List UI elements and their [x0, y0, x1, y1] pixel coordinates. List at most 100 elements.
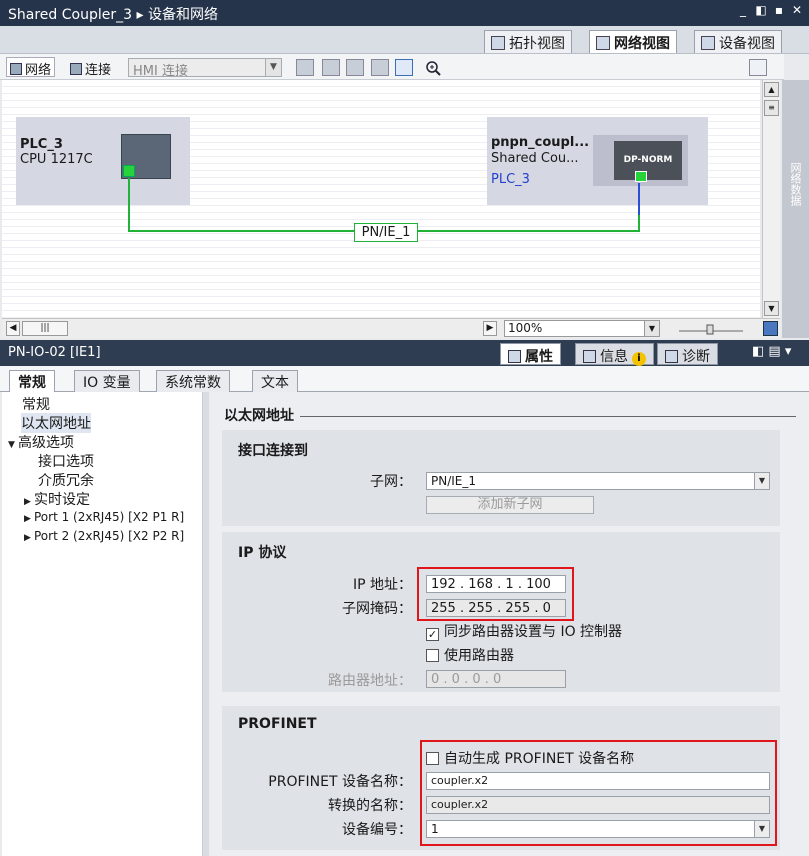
table-view-icon[interactable] — [395, 59, 413, 76]
device-number-label: 设备编号： — [342, 822, 412, 838]
nav-item-general[interactable]: 常规 — [22, 394, 50, 414]
nav-label: 实时设定 — [34, 492, 90, 508]
tab-label: 诊断 — [682, 349, 710, 365]
grid-icon[interactable] — [371, 59, 389, 76]
network-data-side-tab[interactable]: 网络数据 — [782, 80, 809, 338]
tab-label: 网络视图 — [614, 36, 670, 52]
tab-general[interactable]: 常规 — [9, 370, 55, 392]
ip-address-label: IP 地址： — [352, 577, 412, 593]
nav-item-realtime-settings[interactable]: ▶ 实时设定 — [24, 489, 90, 509]
select-value: PN/IE_1 — [431, 474, 477, 488]
nav-item-interface-options[interactable]: 接口选项 — [38, 451, 94, 471]
button-label: 网络 — [25, 63, 52, 78]
profinet-highlight-box — [420, 740, 777, 846]
scroll-down-icon[interactable]: ▼ — [764, 301, 779, 316]
ip-highlight-box — [417, 567, 574, 621]
diagnostics-icon — [665, 350, 678, 363]
tab-info[interactable]: 信息 i — [575, 343, 654, 366]
connect-mode-button[interactable]: 连接 — [66, 57, 115, 78]
rename-icon[interactable] — [296, 59, 314, 76]
scroll-left-icon[interactable]: ◀ — [6, 321, 20, 336]
navigator-icon[interactable] — [763, 321, 778, 336]
device-name-label: PROFINET 设备名称： — [268, 774, 412, 790]
network-canvas[interactable]: PLC_3 CPU 1217C pnpn_coupl... Shared Cou… — [2, 80, 760, 318]
subnet-label[interactable]: PN/IE_1 — [354, 223, 418, 242]
nav-label: Port 2 (2xRJ45) [X2 P2 R] — [34, 529, 185, 543]
network-mode-button[interactable]: 网络 — [6, 57, 56, 78]
show-address-icon[interactable] — [322, 59, 340, 76]
chevron-down-icon[interactable]: ▼ — [754, 473, 769, 489]
subnet-lines — [128, 178, 640, 232]
zoom-value: 100% — [508, 321, 543, 335]
tab-label: 设备视图 — [719, 36, 775, 52]
inspector-window-controls[interactable]: ◧ ▤ ▾ — [752, 344, 791, 359]
select-value: HMI 连接 — [133, 64, 188, 79]
nav-item-media-redundancy[interactable]: 介质冗余 — [38, 470, 94, 490]
zoom-icon[interactable] — [424, 59, 442, 76]
page-break-icon[interactable] — [346, 59, 364, 76]
connection-type-select[interactable]: HMI 连接 ▼ — [128, 58, 282, 79]
property-tabs: 常规 IO 变量 系统常数 文本 — [0, 366, 809, 392]
panel-splitter[interactable] — [203, 392, 209, 856]
checkbox-checked-icon[interactable]: ✓ — [426, 628, 439, 641]
side-tab-label: 网络数据 — [789, 162, 802, 206]
nav-item-port-2[interactable]: ▶ Port 2 (2xRJ45) [X2 P2 R] — [24, 529, 184, 543]
properties-icon — [508, 350, 521, 363]
checkbox-label: 同步路由器设置与 IO 控制器 — [444, 624, 623, 640]
network-toolbar: 网络 连接 HMI 连接 ▼ — [0, 54, 784, 80]
overview-icon[interactable] — [749, 59, 767, 76]
collapsed-arrow-icon[interactable]: ▶ — [24, 497, 34, 507]
tab-diagnostics[interactable]: 诊断 — [657, 343, 718, 365]
chevron-down-icon[interactable]: ▼ — [644, 321, 659, 336]
maximize-button[interactable]: ▪ — [773, 4, 785, 16]
property-content: 以太网地址 接口连接到 子网： PN/IE_1 ▼ 添加新子网 IP 协议 IP … — [210, 392, 809, 856]
tab-network-view[interactable]: 网络视图 — [589, 30, 677, 53]
sync-router-checkbox[interactable]: ✓ 同步路由器设置与 IO 控制器 — [426, 621, 622, 641]
nav-item-advanced-options[interactable]: ▼ 高级选项 — [8, 432, 74, 452]
inspector-header: PN-IO-02 [IE1] 属性 信息 i 诊断 ◧ ▤ ▾ — [0, 340, 809, 366]
tab-properties[interactable]: 属性 — [500, 343, 561, 365]
close-button[interactable]: ✕ — [791, 4, 803, 16]
expanded-arrow-icon[interactable]: ▼ — [8, 440, 18, 450]
device-icon — [701, 36, 715, 50]
network-mode-icon — [10, 63, 22, 75]
add-new-subnet-button[interactable]: 添加新子网 — [426, 496, 594, 514]
canvas-vertical-scrollbar[interactable]: ▲ ≡ ▼ — [762, 80, 780, 318]
checkbox-unchecked-icon[interactable] — [426, 649, 439, 662]
connect-mode-icon — [70, 63, 82, 75]
group-heading: 接口连接到 — [238, 443, 308, 459]
zoom-slider[interactable] — [677, 322, 747, 336]
tab-io-tags[interactable]: IO 变量 — [74, 370, 140, 392]
tab-device-view[interactable]: 设备视图 — [694, 30, 782, 53]
tab-label: 拓扑视图 — [509, 36, 565, 52]
nav-label: 高级选项 — [18, 435, 74, 451]
subnet-field-label: 子网： — [370, 474, 412, 490]
nav-item-ethernet-address[interactable]: 以太网地址 — [21, 413, 91, 433]
topology-icon — [491, 36, 505, 50]
use-router-checkbox[interactable]: 使用路由器 — [426, 645, 514, 665]
checkbox-label: 使用路由器 — [444, 648, 514, 664]
info-icon: i — [632, 352, 646, 366]
collapsed-arrow-icon[interactable]: ▶ — [24, 533, 34, 543]
horizontal-scroll-thumb[interactable]: ||| — [22, 321, 68, 336]
nav-label: Port 1 (2xRJ45) [X2 P1 R] — [34, 510, 185, 524]
scroll-right-icon[interactable]: ▶ — [483, 321, 497, 336]
zoom-select[interactable]: 100% ▼ — [504, 320, 660, 337]
editor-name: 设备和网络 — [147, 7, 218, 23]
nav-item-port-1[interactable]: ▶ Port 1 (2xRJ45) [X2 P1 R] — [24, 510, 184, 524]
collapsed-arrow-icon[interactable]: ▶ — [24, 514, 34, 524]
tab-topology-view[interactable]: 拓扑视图 — [484, 30, 572, 53]
subnet-select[interactable]: PN/IE_1 ▼ — [426, 472, 770, 490]
float-button[interactable]: ◧ — [755, 4, 767, 16]
button-label: 连接 — [85, 63, 112, 78]
scroll-thumb[interactable]: ≡ — [764, 100, 779, 116]
chevron-down-icon[interactable]: ▼ — [265, 59, 281, 76]
breadcrumb-separator: ▸ — [136, 7, 144, 23]
minimize-button[interactable]: _ — [737, 4, 749, 16]
tab-label: 属性 — [525, 349, 553, 365]
section-divider — [224, 416, 796, 417]
section-title: 以太网地址 — [224, 405, 300, 425]
tab-system-constants[interactable]: 系统常数 — [156, 370, 230, 392]
scroll-up-icon[interactable]: ▲ — [764, 82, 779, 97]
tab-texts[interactable]: 文本 — [252, 370, 298, 392]
